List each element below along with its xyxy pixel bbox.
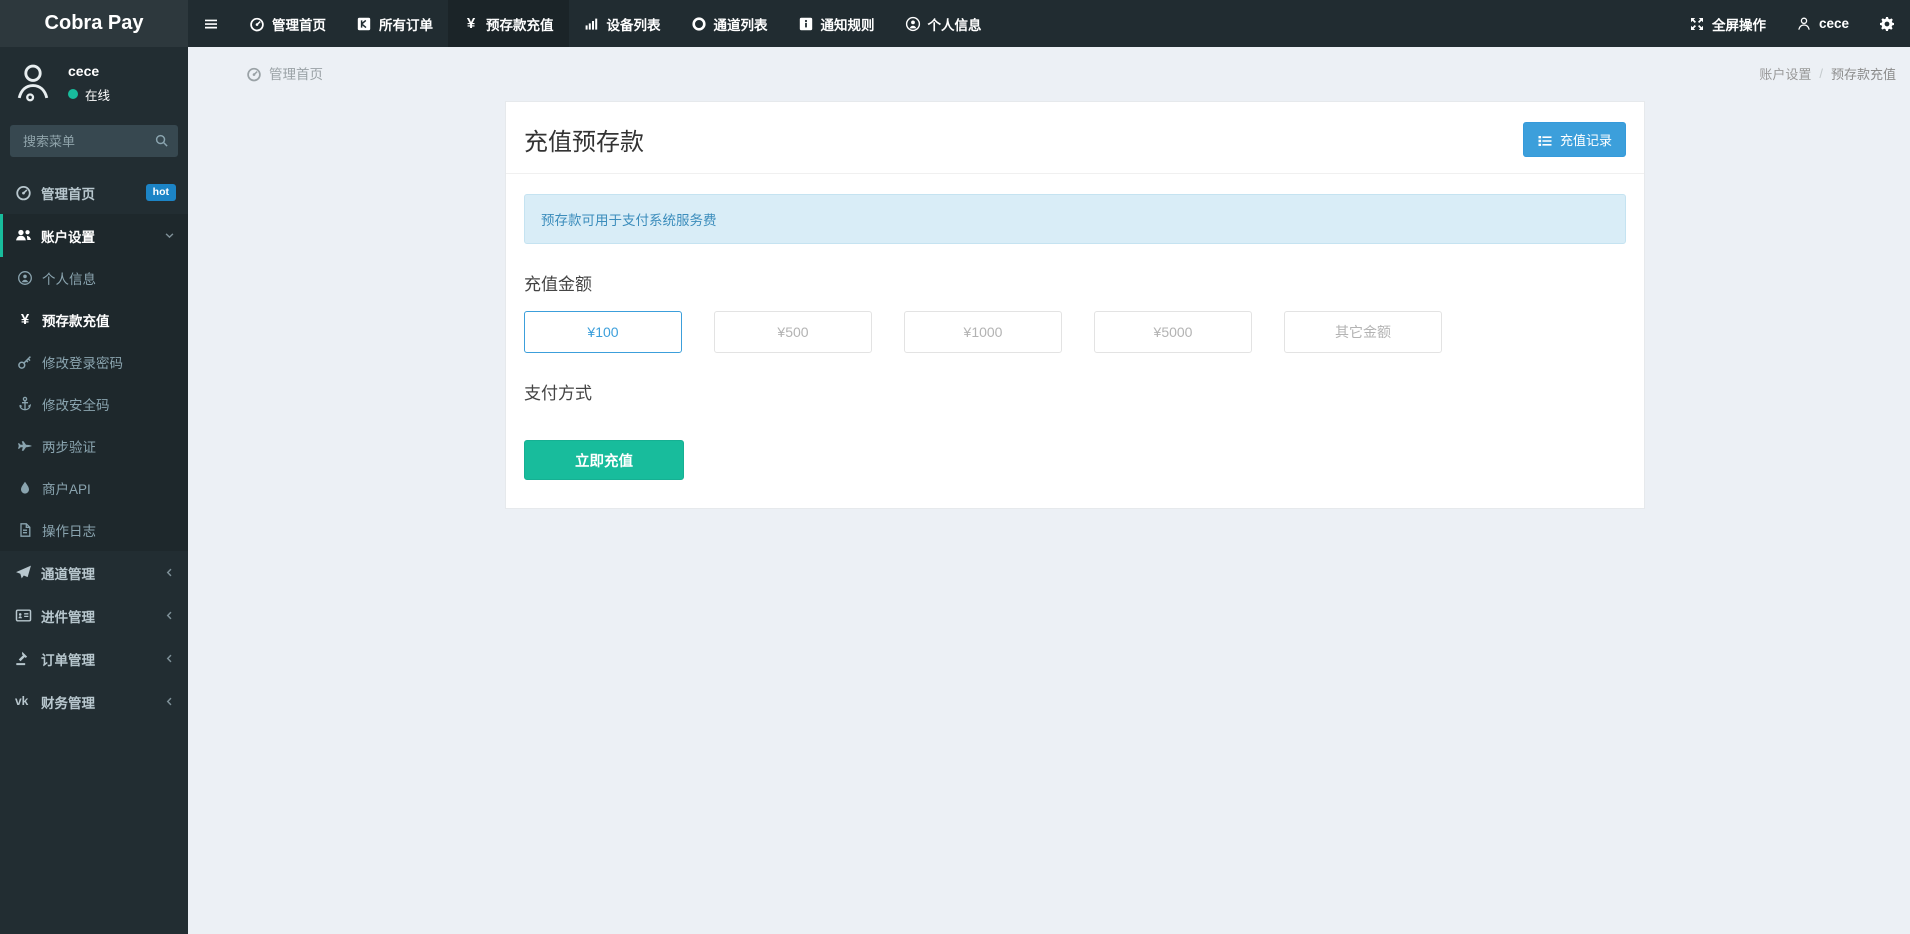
gear-icon [1879, 16, 1895, 32]
brand-logo[interactable]: Cobra Pay [0, 0, 188, 47]
breadcrumb-separator: / [1819, 66, 1823, 81]
top-navbar: Cobra Pay 管理首页 所有订单 ¥ 预存款充值 设备 [0, 0, 1910, 47]
page-title: 充值预存款 [524, 122, 644, 157]
avatar-icon [1796, 16, 1812, 32]
user-name: cece [68, 63, 110, 79]
breadcrumb-current: 预存款充值 [1831, 64, 1896, 83]
breadcrumb-home[interactable]: 管理首页 [246, 63, 323, 83]
chevron-down-icon [163, 229, 176, 242]
amount-option-500[interactable]: ¥500 [714, 311, 872, 353]
users-icon [15, 227, 32, 244]
topnav-item-notify-rules[interactable]: 通知规则 [783, 0, 890, 47]
navbar-right: 全屏操作 cece [1674, 0, 1910, 47]
chevron-left-icon [163, 695, 176, 708]
sidebar-item-finance-management[interactable]: vk 财务管理 [0, 680, 188, 723]
navbar-user[interactable]: cece [1781, 0, 1864, 47]
sidebar: cece 在线 管理首页 hot 账户设置 [0, 47, 188, 934]
user-info: cece 在线 [68, 63, 110, 104]
account-settings-submenu: 个人信息 ¥ 预存款充值 修改登录密码 修改安全码 [0, 257, 188, 551]
sidebar-item-merchant-api[interactable]: 商户API [0, 467, 188, 509]
paper-plane-icon [15, 564, 32, 581]
notice-icon [798, 16, 814, 32]
ring-icon [691, 16, 707, 32]
sidebar-item-personal-info[interactable]: 个人信息 [0, 257, 188, 299]
panel-body: 预存款可用于支付系统服务费 充值金额 ¥100 ¥500 ¥1000 ¥5000… [506, 174, 1644, 508]
search-icon[interactable] [154, 133, 169, 148]
list-icon [1537, 133, 1553, 147]
sidebar-user-panel: cece 在线 [0, 47, 188, 121]
search-input[interactable] [10, 125, 178, 157]
fullscreen-button[interactable]: 全屏操作 [1674, 0, 1781, 47]
sidebar-item-onboarding-management[interactable]: 进件管理 [0, 594, 188, 637]
deposit-notice: 预存款可用于支付系统服务费 [524, 194, 1626, 244]
sidebar-toggle[interactable] [188, 0, 234, 47]
user-circle-icon [905, 16, 921, 32]
recharge-history-button[interactable]: 充值记录 [1523, 122, 1626, 157]
vk-icon: vk [15, 693, 32, 710]
anchor-icon [17, 396, 33, 412]
sidebar-search [10, 125, 178, 157]
recharge-panel: 充值预存款 充值记录 预存款可用于支付系统服务费 充值金额 ¥100 ¥500 … [505, 101, 1645, 509]
file-icon [17, 522, 33, 538]
sidebar-item-dashboard[interactable]: 管理首页 hot [0, 171, 188, 214]
amount-option-1000[interactable]: ¥1000 [904, 311, 1062, 353]
amount-options: ¥100 ¥500 ¥1000 ¥5000 其它金额 [524, 311, 1626, 353]
sidebar-item-change-security-code[interactable]: 修改安全码 [0, 383, 188, 425]
settings-button[interactable] [1864, 0, 1910, 47]
drop-icon [17, 480, 33, 496]
breadcrumb-parent[interactable]: 账户设置 [1759, 64, 1811, 83]
amount-option-custom[interactable]: 其它金额 [1284, 311, 1442, 353]
sidebar-item-two-step-verification[interactable]: 两步验证 [0, 425, 188, 467]
id-card-icon [15, 607, 32, 624]
gavel-icon [15, 650, 32, 667]
chevron-left-icon [163, 652, 176, 665]
amount-option-100[interactable]: ¥100 [524, 311, 682, 353]
panel-header: 充值预存款 充值记录 [506, 102, 1644, 174]
hamburger-icon [203, 16, 219, 32]
sidebar-item-account-settings[interactable]: 账户设置 [0, 214, 188, 257]
sidebar-item-order-management[interactable]: 订单管理 [0, 637, 188, 680]
breadcrumb: 管理首页 账户设置 / 预存款充值 [188, 47, 1910, 93]
amount-option-5000[interactable]: ¥5000 [1094, 311, 1252, 353]
key-icon [17, 354, 33, 370]
content-area: 管理首页 账户设置 / 预存款充值 充值预存款 充值记录 预存款可用于支付系统服… [188, 0, 1910, 509]
hot-badge: hot [146, 184, 176, 201]
dashboard-icon [15, 184, 32, 201]
orders-icon [356, 16, 372, 32]
sidebar-item-channel-management[interactable]: 通道管理 [0, 551, 188, 594]
jet-icon [17, 438, 33, 454]
sidebar-menu: 管理首页 hot 账户设置 个人信息 ¥ 预存款充值 [0, 171, 188, 723]
sidebar-item-change-password[interactable]: 修改登录密码 [0, 341, 188, 383]
amount-label: 充值金额 [524, 270, 1626, 295]
dashboard-icon [249, 16, 265, 32]
sidebar-item-deposit-recharge[interactable]: ¥ 预存款充值 [0, 299, 188, 341]
user-circle-icon [17, 270, 33, 286]
topnav-item-profile[interactable]: 个人信息 [890, 0, 997, 47]
yen-icon: ¥ [17, 312, 33, 328]
topnav-item-channel-list[interactable]: 通道列表 [676, 0, 783, 47]
topnav-item-device-list[interactable]: 设备列表 [569, 0, 676, 47]
user-status: 在线 [68, 85, 110, 104]
topnav-item-dashboard[interactable]: 管理首页 [234, 0, 341, 47]
navbar-menu: 管理首页 所有订单 ¥ 预存款充值 设备列表 通道列表 [188, 0, 1674, 47]
signal-icon [584, 16, 600, 32]
online-dot-icon [68, 89, 78, 99]
chevron-left-icon [163, 566, 176, 579]
dashboard-icon [246, 66, 262, 81]
recharge-now-button[interactable]: 立即充值 [524, 440, 684, 480]
breadcrumb-trail: 账户设置 / 预存款充值 [1759, 64, 1896, 83]
fullscreen-icon [1689, 16, 1705, 32]
payment-method-label: 支付方式 [524, 379, 1626, 404]
topnav-item-deposit-recharge[interactable]: ¥ 预存款充值 [448, 0, 569, 47]
user-avatar-icon [10, 60, 56, 106]
chevron-left-icon [163, 609, 176, 622]
yen-icon: ¥ [463, 16, 479, 32]
topnav-item-all-orders[interactable]: 所有订单 [341, 0, 448, 47]
sidebar-item-operation-log[interactable]: 操作日志 [0, 509, 188, 551]
